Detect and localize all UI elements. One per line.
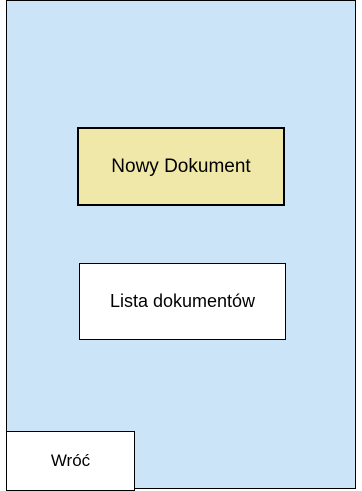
document-list-button[interactable]: Lista dokumentów [79,263,286,340]
back-button[interactable]: Wróć [6,431,135,491]
new-document-button[interactable]: Nowy Dokument [77,127,285,206]
main-menu-screen: Nowy Dokument Lista dokumentów [6,0,356,489]
